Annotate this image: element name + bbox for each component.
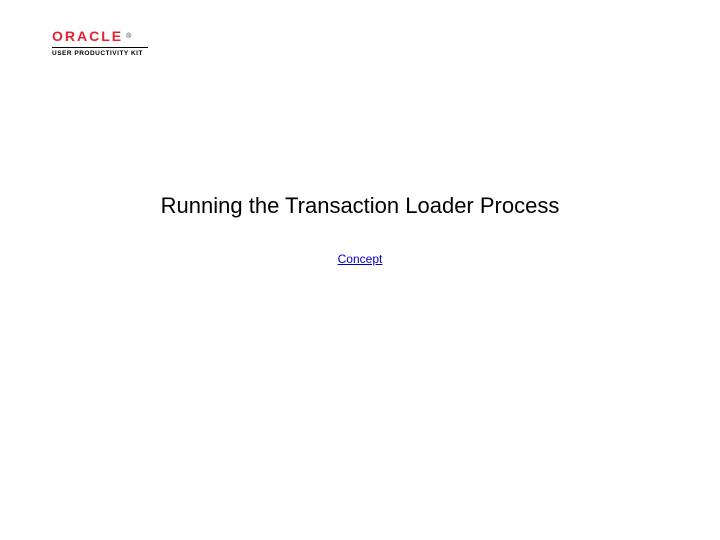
logo-subtitle: USER PRODUCTIVITY KIT xyxy=(52,50,148,57)
logo-area: ORACLE ® USER PRODUCTIVITY KIT xyxy=(52,28,148,57)
page-title: Running the Transaction Loader Process xyxy=(0,193,720,219)
oracle-logo: ORACLE ® xyxy=(52,28,148,44)
registered-mark: ® xyxy=(126,33,131,40)
concept-link[interactable]: Concept xyxy=(338,252,383,266)
oracle-brand-text: ORACLE xyxy=(52,28,123,44)
concept-link-container: Concept xyxy=(0,250,720,268)
logo-divider xyxy=(52,47,148,48)
